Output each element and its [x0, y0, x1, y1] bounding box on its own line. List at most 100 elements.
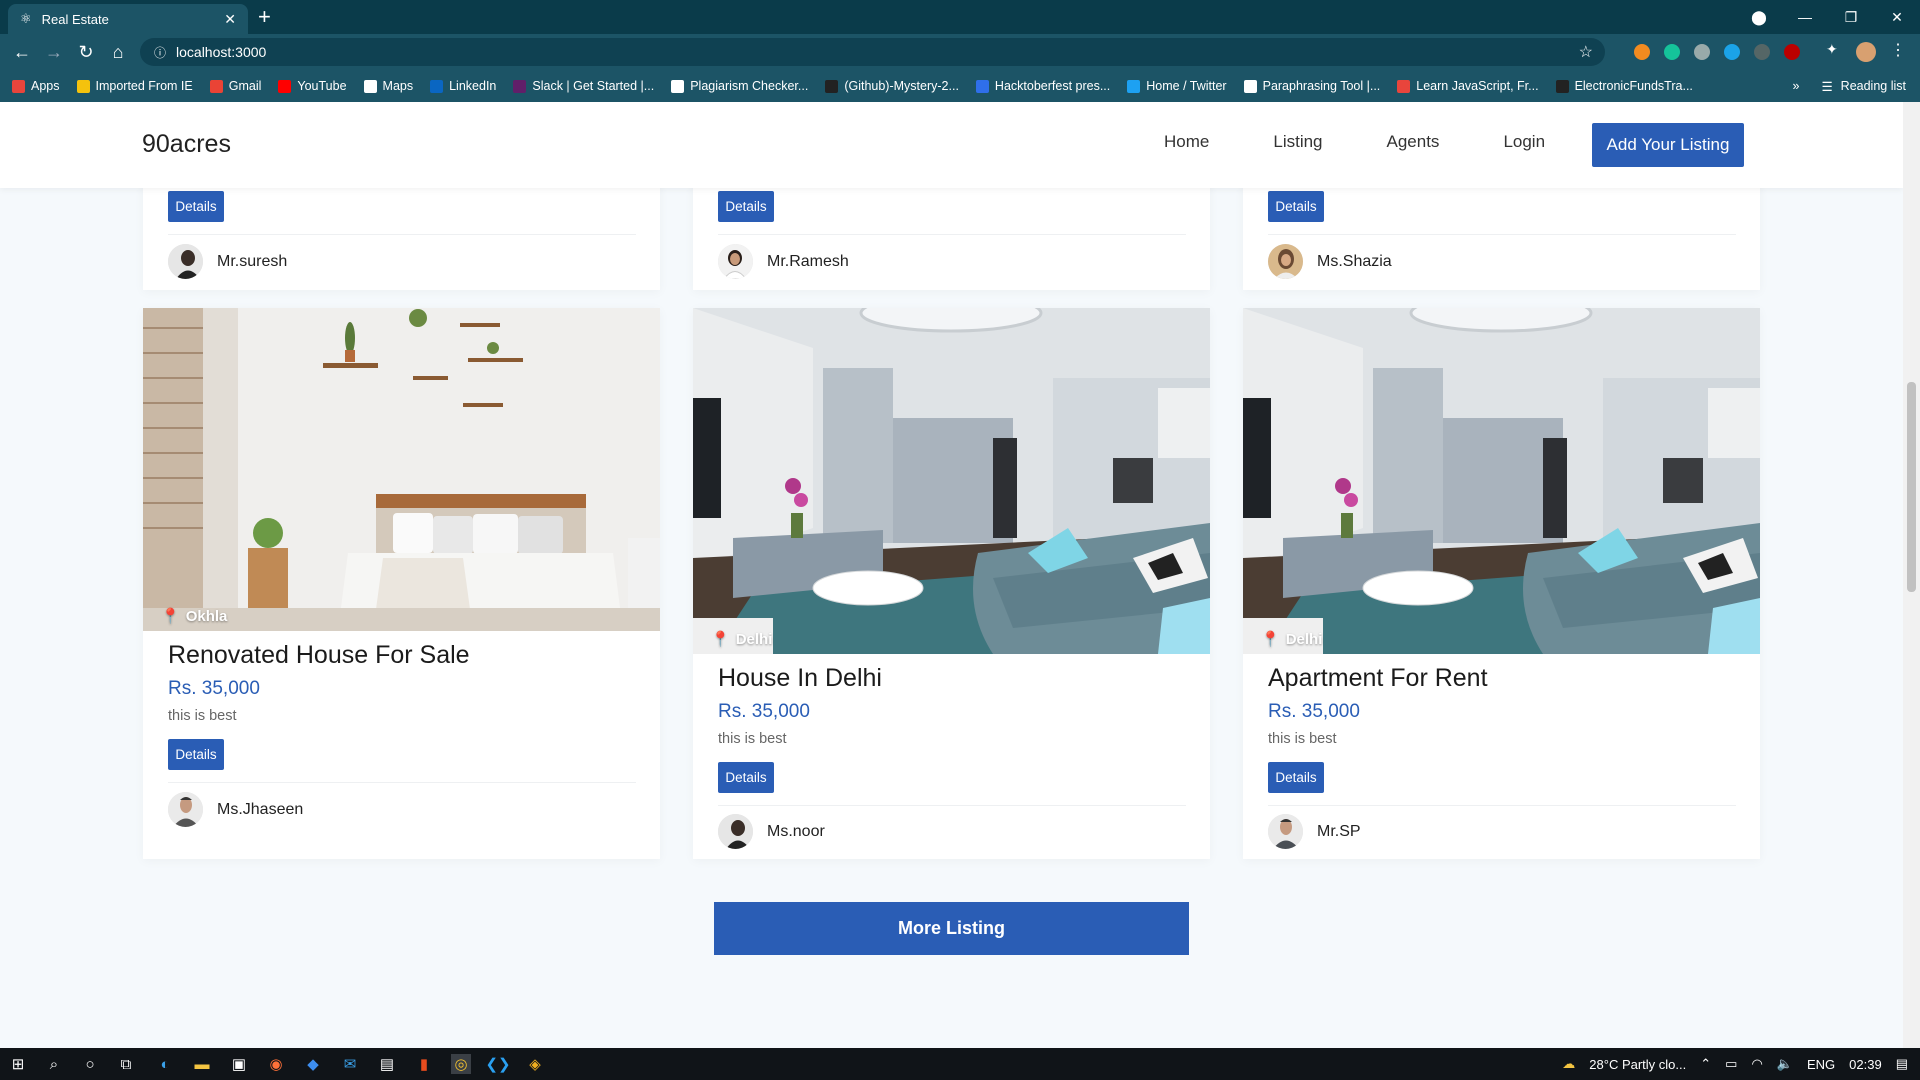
details-button[interactable]: Details	[1268, 191, 1324, 222]
minimize-button[interactable]: —	[1782, 0, 1828, 34]
details-button[interactable]: Details	[168, 191, 224, 222]
reading-list-button[interactable]: » ☰ Reading list	[1793, 70, 1907, 102]
office-icon[interactable]: ▮	[414, 1054, 434, 1074]
app-icon[interactable]: ◈	[525, 1054, 545, 1074]
task-view-icon[interactable]: ⧉	[116, 1054, 136, 1074]
scrollbar-thumb[interactable]	[1907, 382, 1916, 592]
forward-icon[interactable]: →	[42, 40, 66, 64]
home-icon[interactable]: ⌂	[106, 40, 130, 64]
nav-login[interactable]: Login	[1503, 132, 1545, 152]
bookmark-item[interactable]: LinkedIn	[430, 79, 496, 93]
bookmark-item[interactable]: Slack | Get Started |...	[513, 79, 654, 93]
reload-icon[interactable]: ↻	[74, 40, 98, 64]
listing-image[interactable]: 📍 Okhla	[143, 308, 660, 631]
weather-text[interactable]: 28°C Partly clo...	[1589, 1057, 1686, 1072]
browser-tab[interactable]: ⚛ Real Estate ✕	[8, 4, 248, 34]
firefox-icon[interactable]: ◉	[266, 1054, 286, 1074]
notifications-icon[interactable]: ▤	[1896, 1056, 1908, 1072]
ublock-icon[interactable]	[1784, 44, 1800, 60]
page-scrollbar[interactable]	[1903, 102, 1920, 1048]
bookmark-item[interactable]: Apps	[12, 79, 60, 93]
location-label: 📍 Delhi	[1261, 630, 1322, 649]
listing-title[interactable]: House In Delhi	[718, 664, 882, 693]
brand-logo[interactable]: 90acres	[142, 130, 231, 159]
profile-icon[interactable]: ⬤	[1736, 0, 1782, 34]
bookmark-item[interactable]: ElectronicFundsTra...	[1555, 79, 1693, 93]
bookmark-star-icon[interactable]: ☆	[1579, 42, 1593, 62]
listing-image[interactable]: 📍 Delhi	[693, 308, 1210, 654]
puzzle-extensions-icon[interactable]: ✦	[1826, 41, 1842, 57]
extension-icon[interactable]	[1634, 44, 1650, 60]
listing-image[interactable]: 📍 Delhi	[1243, 308, 1760, 654]
clock[interactable]: 02:39	[1849, 1057, 1882, 1072]
volume-icon[interactable]: 🔈	[1777, 1056, 1793, 1072]
system-tray: ☁ 28°C Partly clo... ⌃ ▭ ◠ 🔈 ENG 02:39 ▤	[1562, 1048, 1908, 1080]
agent-name[interactable]: Mr.Ramesh	[767, 253, 849, 271]
close-tab-icon[interactable]: ✕	[224, 11, 236, 28]
agent-info: Mr.SP	[1268, 814, 1361, 849]
nav-home[interactable]: Home	[1164, 132, 1209, 152]
location-label: 📍 Okhla	[161, 607, 227, 626]
more-listing-button[interactable]: More Listing	[714, 902, 1189, 955]
bookmark-label: (Github)-Mystery-2...	[844, 79, 959, 93]
language-indicator[interactable]: ENG	[1807, 1057, 1835, 1072]
bookmark-item[interactable]: Paraphrasing Tool |...	[1243, 79, 1380, 93]
terminal-icon[interactable]: ▤	[377, 1054, 397, 1074]
details-button[interactable]: Details	[718, 191, 774, 222]
back-icon[interactable]: ←	[10, 40, 34, 64]
extension-icon[interactable]	[1724, 44, 1740, 60]
nav-agents[interactable]: Agents	[1387, 132, 1440, 152]
agent-name[interactable]: Ms.noor	[767, 823, 825, 841]
listing-description: this is best	[718, 731, 787, 747]
bookmark-favicon-icon	[671, 79, 685, 93]
bookmark-favicon-icon	[363, 79, 377, 93]
extension-icon[interactable]	[1694, 44, 1710, 60]
battery-icon[interactable]: ▭	[1725, 1056, 1737, 1072]
windows-start-icon[interactable]: ⊞	[8, 1054, 28, 1074]
profile-avatar-icon[interactable]	[1856, 42, 1876, 62]
extension-icon[interactable]	[1754, 44, 1770, 60]
chevron-more-icon[interactable]: »	[1793, 79, 1800, 93]
chrome-icon[interactable]: ◎	[451, 1054, 471, 1074]
bookmark-item[interactable]: Plagiarism Checker...	[671, 79, 808, 93]
bookmark-item[interactable]: Imported From IE	[76, 79, 193, 93]
bookmark-item[interactable]: Hacktoberfest pres...	[975, 79, 1110, 93]
weather-icon[interactable]: ☁	[1562, 1056, 1575, 1072]
store-icon[interactable]: ▣	[229, 1054, 249, 1074]
vscode-icon[interactable]: ❮❯	[485, 1054, 510, 1074]
bookmark-item[interactable]: Learn JavaScript, Fr...	[1397, 79, 1539, 93]
details-button[interactable]: Details	[1268, 762, 1324, 793]
bookmark-label: ElectronicFundsTra...	[1574, 79, 1693, 93]
mail-icon[interactable]: ✉	[340, 1054, 360, 1074]
wifi-icon[interactable]: ◠	[1751, 1056, 1762, 1072]
bookmark-item[interactable]: YouTube	[278, 79, 347, 93]
restore-button[interactable]: ❐	[1828, 0, 1874, 34]
add-listing-button[interactable]: Add Your Listing	[1592, 123, 1744, 167]
agent-name[interactable]: Mr.SP	[1317, 823, 1361, 841]
cortana-icon[interactable]: ○	[80, 1054, 100, 1074]
bookmark-item[interactable]: Maps	[363, 79, 413, 93]
tray-chevron-icon[interactable]: ⌃	[1700, 1056, 1711, 1072]
listing-title[interactable]: Apartment For Rent	[1268, 664, 1488, 693]
bookmark-item[interactable]: Home / Twitter	[1127, 79, 1227, 93]
grammarly-icon[interactable]	[1664, 44, 1680, 60]
edge-icon[interactable]: ◐	[155, 1054, 175, 1074]
bookmark-item[interactable]: Gmail	[209, 79, 261, 93]
bookmark-favicon-icon	[1243, 79, 1257, 93]
agent-name[interactable]: Mr.suresh	[217, 253, 287, 271]
details-button[interactable]: Details	[718, 762, 774, 793]
windows-taskbar: ⊞ ⌕ ○ ⧉ ◐ ▬ ▣ ◉ ◆ ✉ ▤ ▮ ◎ ❮❯ ◈ ☁ 28°C Pa…	[0, 1048, 1920, 1080]
agent-name[interactable]: Ms.Shazia	[1317, 253, 1392, 271]
details-button[interactable]: Details	[168, 739, 224, 770]
bookmark-item[interactable]: (Github)-Mystery-2...	[825, 79, 959, 93]
menu-kebab-icon[interactable]: ⋮	[1890, 40, 1906, 59]
agent-name[interactable]: Ms.Jhaseen	[217, 801, 303, 819]
close-window-button[interactable]: ✕	[1874, 0, 1920, 34]
file-explorer-icon[interactable]: ▬	[192, 1054, 212, 1074]
dropbox-icon[interactable]: ◆	[303, 1054, 323, 1074]
search-icon[interactable]: ⌕	[44, 1054, 64, 1074]
listing-title[interactable]: Renovated House For Sale	[168, 641, 470, 670]
url-input[interactable]: ⓘ localhost:3000 ☆	[140, 38, 1605, 66]
nav-listing[interactable]: Listing	[1273, 132, 1322, 152]
new-tab-button[interactable]: +	[258, 5, 271, 29]
